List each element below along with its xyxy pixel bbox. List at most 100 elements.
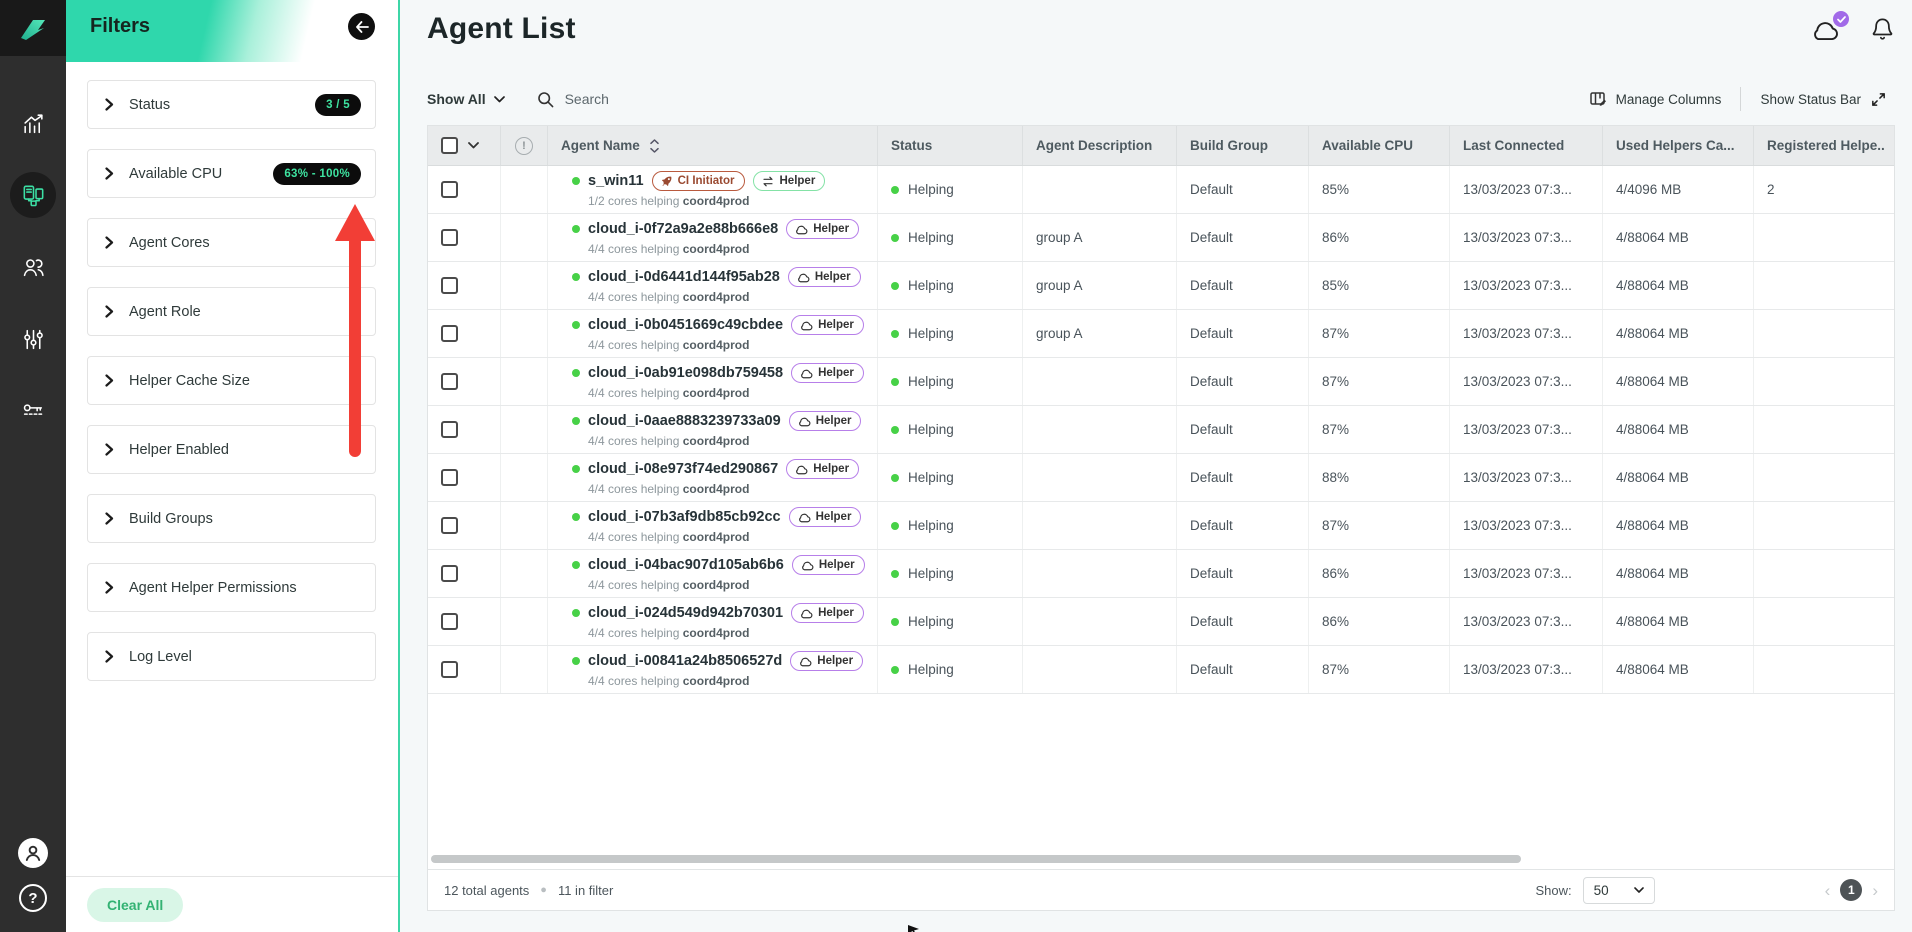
- show-status-bar-button[interactable]: Show Status Bar: [1760, 91, 1887, 108]
- users-icon: [21, 255, 46, 280]
- agent-name[interactable]: cloud_i-0d6441d144f95ab28: [588, 269, 780, 285]
- nav-settings[interactable]: [10, 316, 56, 362]
- column-header-used-helpers-ca[interactable]: Used Helpers Ca...: [1603, 126, 1754, 165]
- filter-active-badge: 3 / 5: [315, 94, 361, 116]
- nav-help[interactable]: ?: [19, 884, 47, 912]
- agent-name[interactable]: cloud_i-07b3af9db85cb92cc: [588, 509, 781, 525]
- agent-name[interactable]: cloud_i-0aae8883239733a09: [588, 413, 781, 429]
- filter-item-agent-cores[interactable]: Agent Cores: [87, 218, 376, 267]
- row-checkbox[interactable]: [441, 517, 458, 534]
- show-filter-dropdown[interactable]: Show All: [427, 91, 505, 107]
- filter-item-helper-cache-size[interactable]: Helper Cache Size: [87, 356, 376, 405]
- chevron-down-icon[interactable]: [468, 142, 479, 149]
- alert-icon: !: [515, 137, 533, 155]
- cloud-sync-status-icon[interactable]: [1808, 16, 1842, 43]
- used-helpers-cell: 4/4096 MB: [1603, 166, 1754, 213]
- agent-cores-subtext: 4/4 cores helping coord4prod: [572, 338, 749, 352]
- helper-badge: Helper: [791, 603, 864, 623]
- column-header-last-connected[interactable]: Last Connected: [1450, 126, 1603, 165]
- table-row[interactable]: cloud_i-0f72a9a2e88b666e8Helper4/4 cores…: [428, 214, 1894, 262]
- available-cpu-cell: 86%: [1309, 214, 1450, 261]
- table-row[interactable]: s_win11CI InitiatorHelper1/2 cores helpi…: [428, 166, 1894, 214]
- page-size-select[interactable]: 50: [1583, 877, 1655, 904]
- agent-name[interactable]: cloud_i-0b0451669c49cbdee: [588, 317, 783, 333]
- available-cpu-cell: 87%: [1309, 646, 1450, 693]
- collapse-filters-button[interactable]: [348, 13, 375, 40]
- notifications-bell-icon[interactable]: [1870, 16, 1895, 43]
- chevron-right-icon: [105, 512, 114, 525]
- cloud-icon: [798, 656, 812, 667]
- filter-item-agent-role[interactable]: Agent Role: [87, 287, 376, 336]
- row-checkbox-cell: [428, 358, 501, 405]
- filter-item-log-level[interactable]: Log Level: [87, 632, 376, 681]
- build-group-cell: Default: [1177, 358, 1309, 405]
- search-input[interactable]: Search: [537, 91, 609, 108]
- agent-name[interactable]: cloud_i-0ab91e098db759458: [588, 365, 783, 381]
- table-row[interactable]: cloud_i-08e973f74ed290867Helper4/4 cores…: [428, 454, 1894, 502]
- filter-item-available-cpu[interactable]: Available CPU63% - 100%: [87, 149, 376, 198]
- table-row[interactable]: cloud_i-00841a24b8506527dHelper4/4 cores…: [428, 646, 1894, 694]
- column-header-agent-description[interactable]: Agent Description: [1023, 126, 1177, 165]
- status-cell: Helping: [878, 262, 1023, 309]
- row-checkbox[interactable]: [441, 277, 458, 294]
- previous-page-button[interactable]: ‹: [1825, 882, 1831, 899]
- row-checkbox[interactable]: [441, 661, 458, 678]
- column-header-agent-name[interactable]: Agent Name: [548, 126, 878, 165]
- app-logo[interactable]: [0, 0, 66, 56]
- sort-icon[interactable]: [650, 139, 659, 153]
- nav-agents[interactable]: [10, 172, 56, 218]
- row-checkbox[interactable]: [441, 229, 458, 246]
- dot-separator: ●: [540, 884, 547, 896]
- cloud-icon: [796, 272, 810, 283]
- select-all-checkbox[interactable]: [441, 137, 458, 154]
- table-row[interactable]: cloud_i-04bac907d105ab6b6Helper4/4 cores…: [428, 550, 1894, 598]
- row-checkbox[interactable]: [441, 373, 458, 390]
- cloud-icon: [794, 464, 808, 475]
- nav-dashboard[interactable]: [10, 100, 56, 146]
- row-checkbox[interactable]: [441, 181, 458, 198]
- manage-columns-button[interactable]: Manage Columns: [1589, 90, 1722, 108]
- agent-name[interactable]: cloud_i-00841a24b8506527d: [588, 653, 782, 669]
- row-checkbox[interactable]: [441, 421, 458, 438]
- column-header-build-group[interactable]: Build Group: [1177, 126, 1309, 165]
- table-row[interactable]: cloud_i-0b0451669c49cbdeeHelper4/4 cores…: [428, 310, 1894, 358]
- registered-helpers-cell: [1754, 598, 1894, 645]
- filter-item-build-groups[interactable]: Build Groups: [87, 494, 376, 543]
- table-row[interactable]: cloud_i-0ab91e098db759458Helper4/4 cores…: [428, 358, 1894, 406]
- clear-all-button[interactable]: Clear All: [87, 888, 183, 922]
- column-header-available-cpu[interactable]: Available CPU: [1309, 126, 1450, 165]
- sidebar-nav: ?: [0, 0, 66, 932]
- agent-name[interactable]: cloud_i-08e973f74ed290867: [588, 461, 778, 477]
- row-checkbox[interactable]: [441, 565, 458, 582]
- nav-license[interactable]: [10, 388, 56, 434]
- table-row[interactable]: cloud_i-0d6441d144f95ab28Helper4/4 cores…: [428, 262, 1894, 310]
- agent-name[interactable]: cloud_i-024d549d942b70301: [588, 605, 783, 621]
- table-row[interactable]: cloud_i-0aae8883239733a09Helper4/4 cores…: [428, 406, 1894, 454]
- agent-cores-subtext: 4/4 cores helping coord4prod: [572, 290, 749, 304]
- nav-account[interactable]: [18, 838, 48, 868]
- column-header-registered-helpe[interactable]: Registered Helpe..: [1754, 126, 1894, 165]
- filter-item-agent-helper-permissions[interactable]: Agent Helper Permissions: [87, 563, 376, 612]
- online-status-dot: [572, 321, 580, 329]
- table-row[interactable]: cloud_i-024d549d942b70301Helper4/4 cores…: [428, 598, 1894, 646]
- row-checkbox[interactable]: [441, 469, 458, 486]
- manage-columns-icon: [1589, 90, 1607, 108]
- row-checkbox[interactable]: [441, 613, 458, 630]
- agent-name[interactable]: s_win11: [588, 173, 644, 189]
- table-row[interactable]: cloud_i-07b3af9db85cb92ccHelper4/4 cores…: [428, 502, 1894, 550]
- agent-name[interactable]: cloud_i-04bac907d105ab6b6: [588, 557, 784, 573]
- current-page-indicator[interactable]: 1: [1840, 879, 1862, 901]
- filter-item-status[interactable]: Status3 / 5: [87, 80, 376, 129]
- next-page-button[interactable]: ›: [1872, 882, 1878, 899]
- column-header-status[interactable]: Status: [878, 126, 1023, 165]
- horizontal-scrollbar[interactable]: [431, 855, 1521, 863]
- agent-name[interactable]: cloud_i-0f72a9a2e88b666e8: [588, 221, 778, 237]
- nav-users[interactable]: [10, 244, 56, 290]
- filter-item-helper-enabled[interactable]: Helper Enabled: [87, 425, 376, 474]
- available-cpu-cell: 85%: [1309, 166, 1450, 213]
- row-checkbox[interactable]: [441, 325, 458, 342]
- row-alert-cell: [501, 502, 548, 549]
- status-cell: Helping: [878, 646, 1023, 693]
- helper-badge: Helper: [792, 555, 865, 575]
- helper-badge: Helper: [789, 507, 862, 527]
